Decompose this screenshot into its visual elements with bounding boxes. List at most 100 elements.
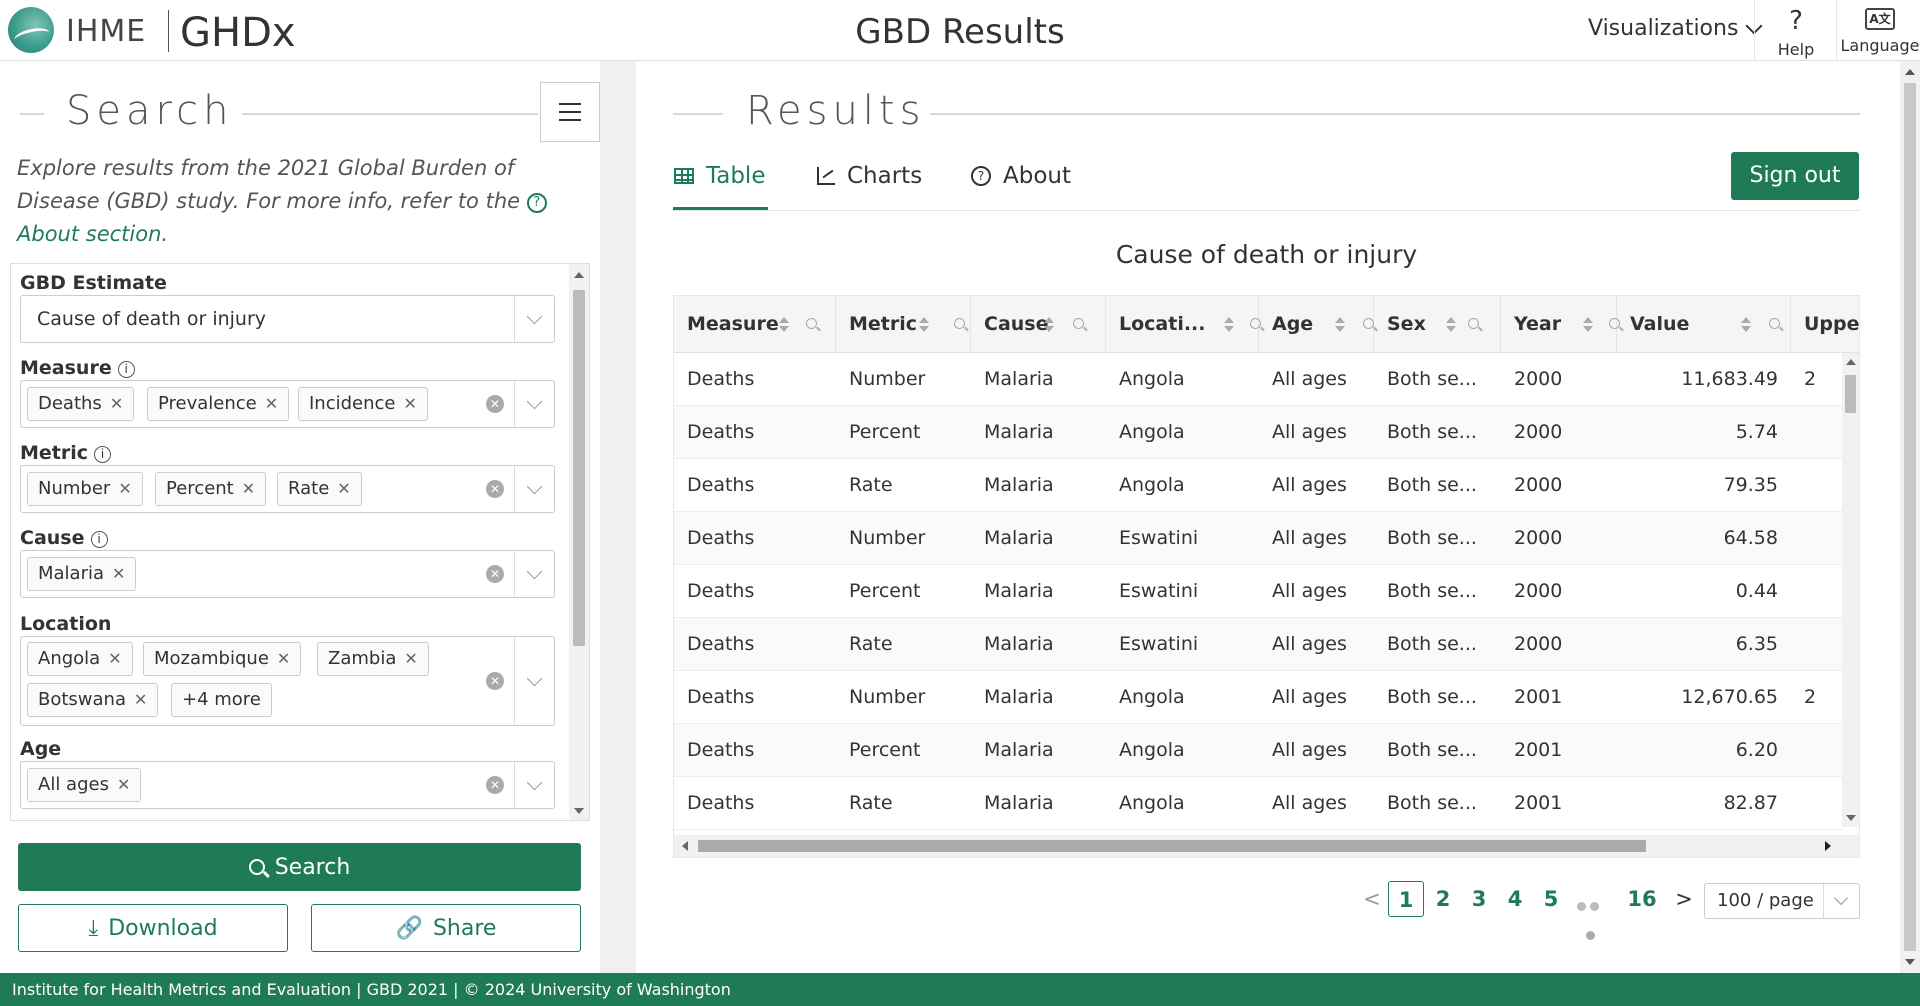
chevron-down-icon[interactable] [514,381,554,427]
clear-icon[interactable]: ✕ [486,395,504,413]
filters-scrollbar[interactable] [569,264,589,820]
close-icon[interactable]: ✕ [404,394,417,413]
page-scrollbar[interactable] [1900,61,1920,973]
menu-button[interactable] [540,82,600,142]
sort-icon[interactable] [1741,317,1751,333]
ihme-logo-icon[interactable] [8,7,54,53]
table-row[interactable]: Deaths Rate Malaria Angola All ages Both se..… [674,459,1844,512]
clear-icon[interactable]: ✕ [486,480,504,498]
column-search-icon[interactable] [1073,318,1084,329]
close-icon[interactable]: ✕ [277,649,290,668]
page-5-button[interactable]: 5 [1536,881,1566,917]
close-icon[interactable]: ✕ [242,479,255,498]
table-row[interactable]: Deaths Number Malaria Eswatini All ages Both … [674,512,1844,565]
sort-icon[interactable] [779,317,789,333]
chevron-down-icon[interactable] [514,637,554,725]
info-icon[interactable]: i [90,531,108,548]
scroll-up-icon[interactable] [1846,359,1856,365]
page-4-button[interactable]: 4 [1500,881,1530,917]
close-icon[interactable]: ✕ [134,690,147,709]
cause-select[interactable]: Malaria ✕ ✕ [20,550,555,598]
age-select[interactable]: All ages ✕ ✕ [20,761,555,809]
sort-icon[interactable] [1044,317,1054,333]
column-header[interactable]: Sex [1374,296,1501,353]
scroll-thumb[interactable] [698,840,1646,852]
location-select[interactable]: Angola ✕ Mozambique ✕ Zambia ✕ Botswana ✕ +4… [20,636,555,726]
column-header[interactable]: Locati... [1106,296,1261,353]
table-row[interactable]: Deaths Number Malaria Angola All ages Both se… [674,353,1844,406]
scroll-down-icon[interactable] [1905,959,1915,965]
tab-charts[interactable]: Charts [817,163,922,189]
column-search-icon[interactable] [1468,318,1479,329]
close-icon[interactable]: ✕ [117,775,130,794]
column-header[interactable]: Age [1259,296,1374,353]
page-3-button[interactable]: 3 [1464,881,1494,917]
visualizations-menu[interactable]: Visualizations [1588,16,1763,41]
scroll-thumb[interactable] [1845,375,1856,413]
next-page-button[interactable]: > [1672,881,1696,917]
more-pages-ellipsis[interactable] [1577,896,1607,911]
page-size-select[interactable]: 100 / page [1704,883,1860,919]
column-search-icon[interactable] [806,318,817,329]
column-header[interactable]: Measure [674,296,836,353]
column-header[interactable]: Year [1501,296,1620,353]
language-button[interactable]: A文 Language [1840,8,1920,55]
scroll-down-icon[interactable] [1846,815,1856,821]
sort-icon[interactable] [919,317,929,333]
table-row[interactable]: Deaths Number Malaria Angola All ages Both se… [674,671,1844,724]
tab-about[interactable]: ? About [971,163,1071,189]
sort-icon[interactable] [1583,317,1593,333]
product-name[interactable]: GHDx [180,10,296,56]
table-row[interactable]: Deaths Percent Malaria Angola All ages Both s… [674,724,1844,777]
scroll-thumb[interactable] [1904,83,1916,951]
measure-select[interactable]: Deaths ✕ Prevalence ✕ Incidence ✕ ✕ [20,380,555,428]
sign-out-button[interactable]: Sign out [1731,152,1859,200]
scroll-right-icon[interactable] [1825,841,1831,851]
column-header[interactable]: Value [1617,296,1791,353]
info-icon[interactable]: i [117,361,135,378]
column-header[interactable]: Uppe [1791,296,1859,353]
column-search-icon[interactable] [954,318,965,329]
close-icon[interactable]: ✕ [108,649,121,668]
scroll-left-icon[interactable] [682,841,688,851]
table-row[interactable]: Deaths Percent Malaria Angola All ages Both s… [674,406,1844,459]
scroll-thumb[interactable] [573,290,585,646]
page-2-button[interactable]: 2 [1428,881,1458,917]
chevron-down-icon[interactable] [514,296,554,342]
page-1-button[interactable]: 1 [1388,881,1424,917]
metric-select[interactable]: Number ✕ Percent ✕ Rate ✕ ✕ [20,465,555,513]
sort-icon[interactable] [1335,317,1345,333]
sort-icon[interactable] [1224,317,1234,333]
column-search-icon[interactable] [1363,318,1374,329]
column-header[interactable]: Cause [971,296,1106,353]
table-horizontal-scrollbar[interactable] [674,835,1859,857]
scroll-up-icon[interactable] [1905,69,1915,75]
close-icon[interactable]: ✕ [404,649,417,668]
more-tags-badge[interactable]: +4 more [171,683,272,717]
share-button[interactable]: 🔗 Share [311,904,581,952]
info-icon[interactable]: i [94,446,112,463]
org-name[interactable]: IHME [66,14,146,49]
page-16-button[interactable]: 16 [1622,881,1662,917]
scroll-down-icon[interactable] [574,808,584,814]
clear-icon[interactable]: ✕ [486,565,504,583]
estimate-select[interactable]: Cause of death or injury [20,295,555,343]
table-row[interactable]: Deaths Rate Malaria Eswatini All ages Both se… [674,618,1844,671]
column-search-icon[interactable] [1769,318,1780,329]
clear-icon[interactable]: ✕ [486,672,504,690]
table-row[interactable]: Deaths Percent Malaria Eswatini All ages Both… [674,565,1844,618]
help-button[interactable]: ? Help [1760,6,1832,59]
chevron-down-icon[interactable] [514,466,554,512]
close-icon[interactable]: ✕ [118,479,131,498]
close-icon[interactable]: ✕ [265,394,278,413]
prev-page-button[interactable]: < [1360,881,1384,917]
close-icon[interactable]: ✕ [110,394,123,413]
table-row[interactable]: Deaths Rate Malaria Angola All ages Both se..… [674,777,1844,830]
close-icon[interactable]: ✕ [112,564,125,583]
table-vertical-scrollbar[interactable] [1842,353,1859,827]
chevron-down-icon[interactable] [1823,884,1859,918]
download-button[interactable]: ⤓ Download [18,904,288,952]
close-icon[interactable]: ✕ [337,479,350,498]
scroll-up-icon[interactable] [574,272,584,278]
search-button[interactable]: Search [18,843,581,891]
